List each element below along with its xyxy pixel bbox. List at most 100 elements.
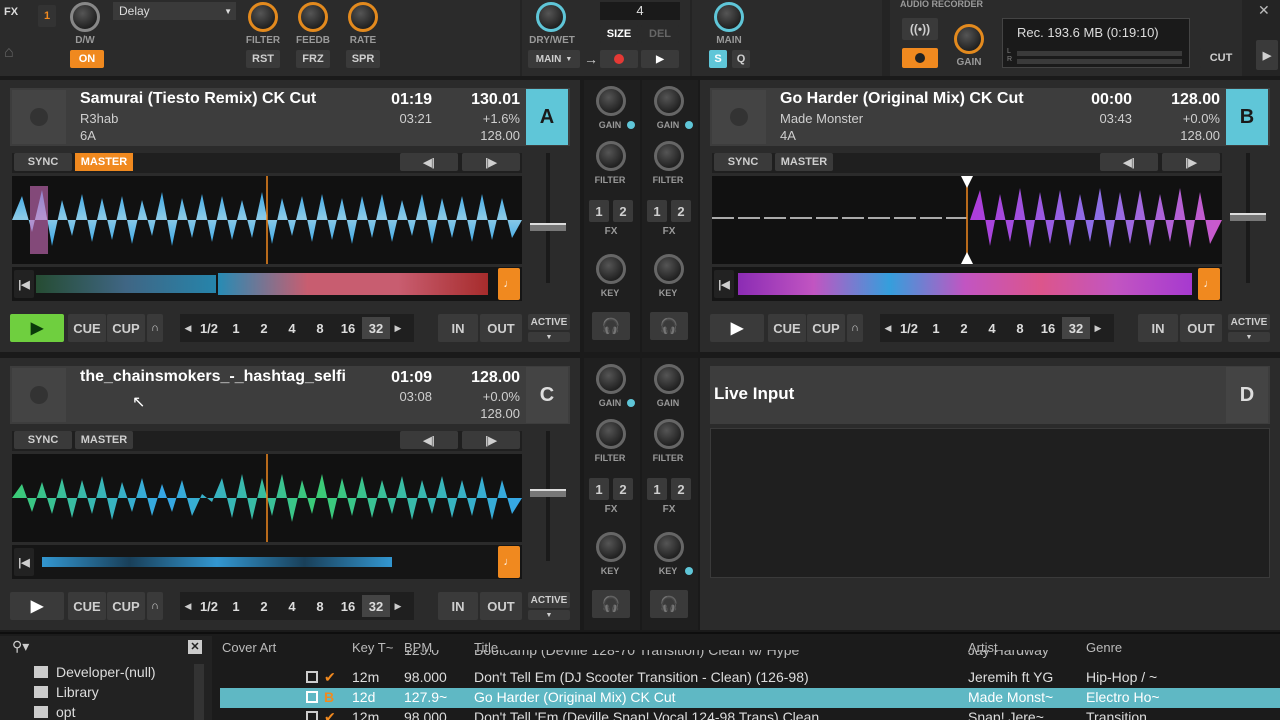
loop-size-32[interactable]: 32 [362,595,390,617]
channel-c-gain-knob[interactable] [596,364,626,394]
loop-size-16[interactable]: 16 [334,599,362,614]
deck-b-active-dropdown[interactable]: ▼ [1228,332,1270,342]
deck-a-play-button[interactable]: ▶ [10,314,64,342]
deck-c-waveform[interactable] [12,454,522,542]
channel-d-gain-knob[interactable] [654,364,684,394]
deck-b-out-button[interactable]: OUT [1180,314,1222,342]
channel-a-filter-knob[interactable] [596,141,626,171]
feedback-knob[interactable] [298,2,328,32]
deck-a-cue-button[interactable]: CUE [68,314,106,342]
deck-b-flux-button[interactable]: ∩ [847,314,863,342]
table-row[interactable]: ✔ 12m 98.000 Don't Tell 'Em (Deville Sna… [220,708,1280,720]
channel-b-key-knob[interactable] [654,254,684,284]
deck-b-play-button[interactable]: ▶ [710,314,764,342]
channel-d-filter-knob[interactable] [654,419,684,449]
deck-a-in-button[interactable]: IN [438,314,478,342]
table-row[interactable]: 125.0 Bootcamp (Deville 128-70 Transitio… [220,650,1280,664]
channel-a-fx2-button[interactable]: 2 [613,200,633,222]
loop-size-8[interactable]: 8 [306,321,334,336]
deck-a-key-lock[interactable]: ♩ [498,268,520,300]
channel-a-cue-headphones[interactable]: 🎧 [592,312,630,340]
deck-b-in-button[interactable]: IN [1138,314,1178,342]
loop-size-4[interactable]: 4 [278,599,306,614]
search-clear-icon[interactable]: ✕ [188,640,202,654]
channel-c-filter-knob[interactable] [596,419,626,449]
deck-a-waveform[interactable] [12,176,522,264]
quantize-button[interactable]: Q [732,50,750,68]
deck-b-tempo-fader[interactable] [1230,153,1266,301]
tree-item-developer[interactable]: Developer-(null) [34,664,156,680]
arrow-left-icon[interactable]: ◀ [880,323,896,334]
deck-c-sync-button[interactable]: SYNC [14,431,72,449]
channel-c-cue-headphones[interactable]: 🎧 [592,590,630,618]
search-icon[interactable]: ⚲▾ [12,638,29,655]
deck-b-cue-button[interactable]: CUE [768,314,806,342]
channel-a-key-knob[interactable] [596,254,626,284]
deck-a-overview[interactable] [12,267,522,301]
deck-d-letter[interactable]: D [1226,367,1268,423]
deck-c-play-button[interactable]: ▶ [10,592,64,620]
tree-item-opt[interactable]: opt [34,704,75,720]
rate-knob[interactable] [348,2,378,32]
deck-c-in-button[interactable]: IN [438,592,478,620]
deck-c-overview-start[interactable]: |◀ [14,548,34,576]
deck-c-tempo-fader[interactable] [530,431,566,579]
loop-size-2[interactable]: 2 [250,321,278,336]
deck-c-out-button[interactable]: OUT [480,592,522,620]
channel-b-fx1-button[interactable]: 1 [647,200,667,222]
deck-a-letter[interactable]: A [526,89,568,145]
loop-size-32[interactable]: 32 [362,317,390,339]
loop-size-1-2[interactable]: 1/2 [896,321,922,336]
size-button[interactable]: SIZE [600,25,638,43]
deck-a-sync-button[interactable]: SYNC [14,153,72,171]
deck-c-active-button[interactable]: ACTIVE [528,592,570,608]
deck-b-waveform[interactable] [712,176,1222,264]
effect-select[interactable]: Delay ▼ [113,2,236,20]
loop-size-1-2[interactable]: 1/2 [196,321,222,336]
window-menu-button[interactable]: ▶ [1256,40,1278,70]
deck-c-beatjump-back[interactable]: ◀| [400,431,458,449]
deck-a-beatjump-fwd[interactable]: |▶ [462,153,520,171]
fx-on-button[interactable]: ON [70,50,104,68]
tree-item-library[interactable]: Library [34,684,99,700]
loop-size-16[interactable]: 16 [1034,321,1062,336]
channel-b-gain-knob[interactable] [654,86,684,116]
loop-size-1-2[interactable]: 1/2 [196,599,222,614]
deck-a-flux-button[interactable]: ∩ [147,314,163,342]
play-button[interactable]: ▶ [641,50,679,68]
loop-size-32[interactable]: 32 [1062,317,1090,339]
channel-b-filter-knob[interactable] [654,141,684,171]
arrow-left-icon[interactable]: ◀ [180,601,196,612]
channel-d-fx1-button[interactable]: 1 [647,478,667,500]
channel-b-cue-headphones[interactable]: 🎧 [650,312,688,340]
close-icon[interactable]: ✕ [1258,2,1270,19]
deck-c-flux-button[interactable]: ∩ [147,592,163,620]
frz-button[interactable]: FRZ [296,50,330,68]
table-row-selected[interactable]: B 12d 127.9~ Go Harder (Original Mix) CK… [220,688,1280,708]
loop-size-4[interactable]: 4 [278,321,306,336]
deck-b-overview-start[interactable]: |◀ [714,270,734,298]
channel-c-fx1-button[interactable]: 1 [589,478,609,500]
deck-b-letter[interactable]: B [1226,89,1268,145]
rst-button[interactable]: RST [246,50,280,68]
channel-c-key-knob[interactable] [596,532,626,562]
channel-a-gain-knob[interactable] [596,86,626,116]
deck-a-cup-button[interactable]: CUP [107,314,145,342]
deck-a-active-dropdown[interactable]: ▼ [528,332,570,342]
deck-a-beatjump-back[interactable]: ◀| [400,153,458,171]
deck-a-master-button[interactable]: MASTER [75,153,133,171]
deck-a-active-button[interactable]: ACTIVE [528,314,570,330]
deck-a-tempo-fader[interactable] [530,153,566,301]
loop-size-8[interactable]: 8 [306,599,334,614]
channel-a-fx1-button[interactable]: 1 [589,200,609,222]
loop-size-2[interactable]: 2 [950,321,978,336]
cut-button[interactable]: CUT [1200,48,1242,68]
filter-knob[interactable] [248,2,278,32]
loop-size-2[interactable]: 2 [250,599,278,614]
arrow-left-icon[interactable]: ◀ [180,323,196,334]
deck-a-overview-start[interactable]: |◀ [14,270,34,298]
main-select[interactable]: MAIN ▼ [528,50,580,68]
spr-button[interactable]: SPR [346,50,380,68]
deck-b-overview[interactable] [712,267,1222,301]
deck-c-key-lock[interactable]: ♩ [498,546,520,578]
